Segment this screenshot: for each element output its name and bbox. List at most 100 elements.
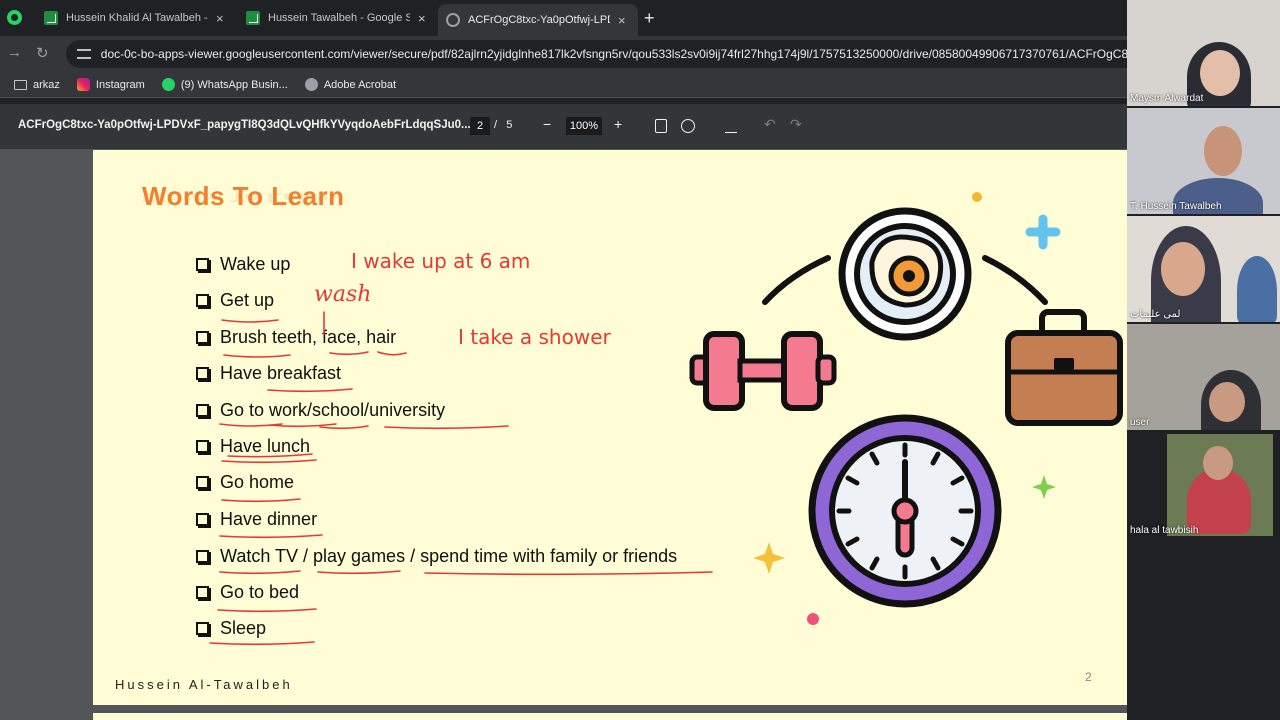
address-toolbar: → ↻ doc-0c-bo-apps-viewer.googleusercont… (0, 36, 1127, 72)
participant-face (1203, 446, 1233, 480)
checkbox-icon (196, 293, 209, 307)
bookmark-label: Instagram (95, 78, 145, 91)
word-item: Go to work/school/university (196, 398, 445, 422)
omnibox[interactable]: doc-0c-bo-apps-viewer.googleusercontent.… (66, 40, 1127, 68)
redo-icon[interactable]: ↷ (790, 116, 802, 133)
tab-label: ACFrOgC8txc-Ya0pOtfwj-LPDVxF (468, 14, 610, 26)
participant-tile[interactable]: لمى عليمات (1127, 216, 1280, 322)
word-item: Watch TV / play games / spend time with … (196, 544, 677, 568)
close-icon[interactable]: × (618, 13, 626, 28)
sheets-icon (44, 11, 58, 25)
next-slide-edge (93, 713, 1175, 720)
word-label: Wake up (220, 253, 291, 274)
participant-name: user (1130, 417, 1150, 428)
word-label: Go to bed (220, 581, 300, 602)
slide-title-reflection: Words To Learn (142, 190, 338, 205)
tab-hussein-khalid[interactable]: Hussein Khalid Al Tawalbeh - Go × (36, 4, 234, 32)
bookmarks-bar: arkaz Instagram (9) WhatsApp Busin... Ad… (0, 72, 1127, 98)
page-total: / 5 (494, 119, 513, 131)
close-icon[interactable]: × (418, 11, 426, 26)
instagram-icon (76, 78, 90, 91)
annotate-icon[interactable] (725, 119, 737, 133)
participant-tile[interactable]: user (1127, 324, 1280, 430)
sheets-icon (246, 11, 260, 25)
bookmark-label: arkaz (33, 78, 60, 91)
participant-face (1200, 50, 1240, 96)
checkbox-icon (196, 512, 209, 526)
word-label: Brush teeth, face, hair (220, 326, 397, 347)
bookmark-whatsapp[interactable]: (9) WhatsApp Busin... (161, 78, 288, 91)
word-item: Sleep (196, 616, 266, 640)
rotate-icon[interactable] (681, 119, 695, 133)
url-text[interactable]: doc-0c-bo-apps-viewer.googleusercontent.… (101, 47, 1127, 61)
whatsapp-icon (161, 78, 175, 91)
word-item: Brush teeth, face, hair (196, 325, 396, 349)
forward-arrow-icon[interactable]: → (7, 44, 22, 61)
tab-hussein-tawalbeh[interactable]: Hussein Tawalbeh - Google Shee × (238, 4, 436, 32)
checkbox-icon (196, 257, 209, 271)
close-icon[interactable]: × (216, 11, 224, 26)
word-label: Sleep (220, 617, 267, 638)
checkbox-icon (196, 549, 209, 563)
word-item: Have breakfast (196, 361, 341, 385)
bookmark-label: (9) WhatsApp Busin... (180, 78, 288, 91)
whatsapp-icon[interactable] (7, 10, 22, 25)
checkbox-icon (196, 403, 209, 417)
pdf-toolbar: ACFrOgC8txc-Ya0pOtfwj-LPDVxF_papygTI8Q3d… (0, 104, 1127, 149)
participant-tile[interactable]: Maysm Alwardat (1127, 0, 1280, 106)
bookmark-label: Adobe Acrobat (323, 78, 396, 91)
annotation-wash: wash (314, 282, 372, 307)
word-item: Go to bed (196, 580, 299, 604)
folder-icon (14, 79, 27, 90)
participant-name: T. Hussein Tawalbeh (1130, 201, 1222, 212)
bookmark-adobe-acrobat[interactable]: Adobe Acrobat (304, 78, 396, 91)
pdf-filename: ACFrOgC8txc-Ya0pOtfwj-LPDVxF_papygTI8Q3d… (18, 119, 471, 131)
checkbox-icon (196, 621, 209, 635)
participant-tile[interactable]: hala al tawbisih (1127, 432, 1280, 538)
page-number-input[interactable]: 2 (470, 117, 490, 135)
checkbox-icon (196, 366, 209, 380)
participant-tile[interactable]: T. Hussein Tawalbeh (1127, 108, 1280, 214)
zoom-in-button[interactable]: + (614, 116, 622, 132)
participant-face (1209, 382, 1245, 422)
zoom-input[interactable]: 100% (566, 117, 602, 135)
checkbox-icon (196, 585, 209, 599)
globe-icon (304, 78, 318, 91)
tab-label: Hussein Khalid Al Tawalbeh - Go (66, 12, 208, 24)
participant-name: Maysm Alwardat (1130, 93, 1204, 104)
globe-icon (446, 13, 460, 27)
bookmark-instagram[interactable]: Instagram (76, 78, 145, 91)
participant-name: hala al tawbisih (1130, 525, 1199, 536)
word-label: Get up (220, 289, 275, 310)
bookmark-arkaz[interactable]: arkaz (14, 79, 60, 91)
word-item: Have dinner (196, 507, 317, 531)
checkbox-icon (196, 330, 209, 344)
fit-page-icon[interactable] (655, 119, 667, 133)
undo-icon[interactable]: ↶ (764, 116, 776, 133)
tab-pdf-viewer[interactable]: ACFrOgC8txc-Ya0pOtfwj-LPDVxF × (438, 4, 638, 36)
word-label: Have breakfast (220, 362, 342, 383)
slide-page-number: 2 (1085, 670, 1092, 684)
new-tab-button[interactable]: + (644, 8, 655, 29)
annotation-wake: I wake up at 6 am (351, 249, 531, 273)
word-label: Have lunch (220, 435, 311, 456)
word-item: Wake up (196, 252, 290, 276)
site-settings-icon[interactable] (77, 49, 91, 59)
participant-background (1237, 256, 1277, 322)
word-label: Have dinner (220, 508, 318, 529)
word-label: Go to work/school/university (220, 399, 446, 420)
word-label: Watch TV / play games / spend time with … (220, 545, 678, 566)
tab-strip: Hussein Khalid Al Tawalbeh - Go × Hussei… (0, 0, 1127, 36)
participant-name: لمى عليمات (1130, 309, 1181, 320)
checkbox-icon (196, 439, 209, 453)
tab-label: Hussein Tawalbeh - Google Shee (268, 12, 410, 24)
word-item: Have lunch (196, 434, 310, 458)
annotation-shower: I take a shower (458, 325, 611, 349)
zoom-out-button[interactable]: − (543, 116, 551, 132)
participant-face (1161, 242, 1205, 296)
word-label: Go home (220, 471, 295, 492)
reload-icon[interactable]: ↻ (36, 44, 49, 62)
checkbox-icon (196, 475, 209, 489)
word-item: Get up (196, 288, 274, 312)
slide-footer: Hussein Al-Tawalbeh (115, 677, 293, 692)
